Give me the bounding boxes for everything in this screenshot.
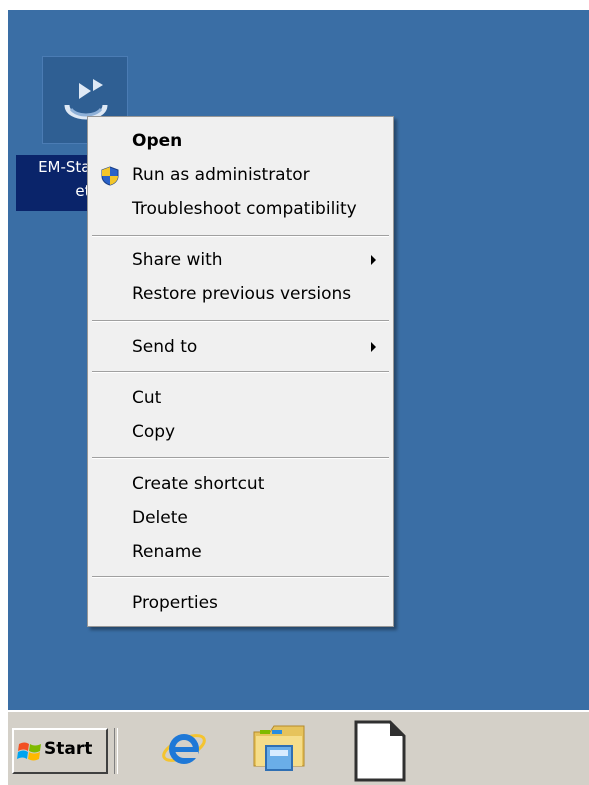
- menu-item-label: Delete: [132, 508, 188, 528]
- taskbar-separator: [114, 728, 118, 774]
- menu-item-restore-previous-versions[interactable]: Restore previous versions: [90, 278, 390, 310]
- menu-item-label: Run as administrator: [132, 165, 310, 185]
- submenu-arrow-icon: [371, 255, 376, 265]
- taskbar: Start: [8, 710, 589, 785]
- menu-separator: [92, 235, 389, 237]
- menu-item-send-to[interactable]: Send to: [90, 331, 390, 363]
- menu-item-label: Share with: [132, 250, 223, 270]
- menu-item-label: Cut: [132, 388, 162, 408]
- menu-item-label: Open: [132, 131, 183, 151]
- internet-explorer-icon[interactable]: [160, 720, 208, 772]
- menu-item-troubleshoot-compatibility[interactable]: Troubleshoot compatibility: [90, 193, 390, 225]
- start-button[interactable]: Start: [12, 728, 108, 774]
- menu-item-label: Create shortcut: [132, 474, 265, 494]
- menu-item-label: Troubleshoot compatibility: [132, 199, 357, 219]
- menu-separator: [92, 457, 389, 459]
- windows-explorer-icon[interactable]: [252, 720, 308, 774]
- menu-separator: [92, 371, 389, 373]
- menu-item-rename[interactable]: Rename: [90, 536, 390, 568]
- uac-shield-icon: [101, 166, 119, 186]
- menu-item-label: Send to: [132, 337, 198, 357]
- blank-document-icon[interactable]: [354, 720, 406, 782]
- context-menu: Open Run as administrator Troubleshoot c…: [87, 116, 394, 627]
- menu-item-run-as-administrator[interactable]: Run as administrator: [90, 159, 390, 191]
- start-label: Start: [44, 739, 93, 759]
- menu-item-cut[interactable]: Cut: [90, 382, 390, 414]
- menu-separator: [92, 320, 389, 322]
- menu-item-share-with[interactable]: Share with: [90, 244, 390, 276]
- menu-item-copy[interactable]: Copy: [90, 416, 390, 448]
- menu-item-label: Restore previous versions: [132, 284, 352, 304]
- submenu-arrow-icon: [371, 342, 376, 352]
- menu-item-label: Rename: [132, 542, 202, 562]
- menu-item-label: Properties: [132, 593, 218, 613]
- windows-logo-icon: [17, 742, 41, 761]
- menu-item-delete[interactable]: Delete: [90, 502, 390, 534]
- menu-item-properties[interactable]: Properties: [90, 587, 390, 619]
- menu-separator: [92, 576, 389, 578]
- menu-item-create-shortcut[interactable]: Create shortcut: [90, 468, 390, 500]
- menu-item-label: Copy: [132, 422, 176, 442]
- menu-item-open[interactable]: Open: [90, 125, 390, 157]
